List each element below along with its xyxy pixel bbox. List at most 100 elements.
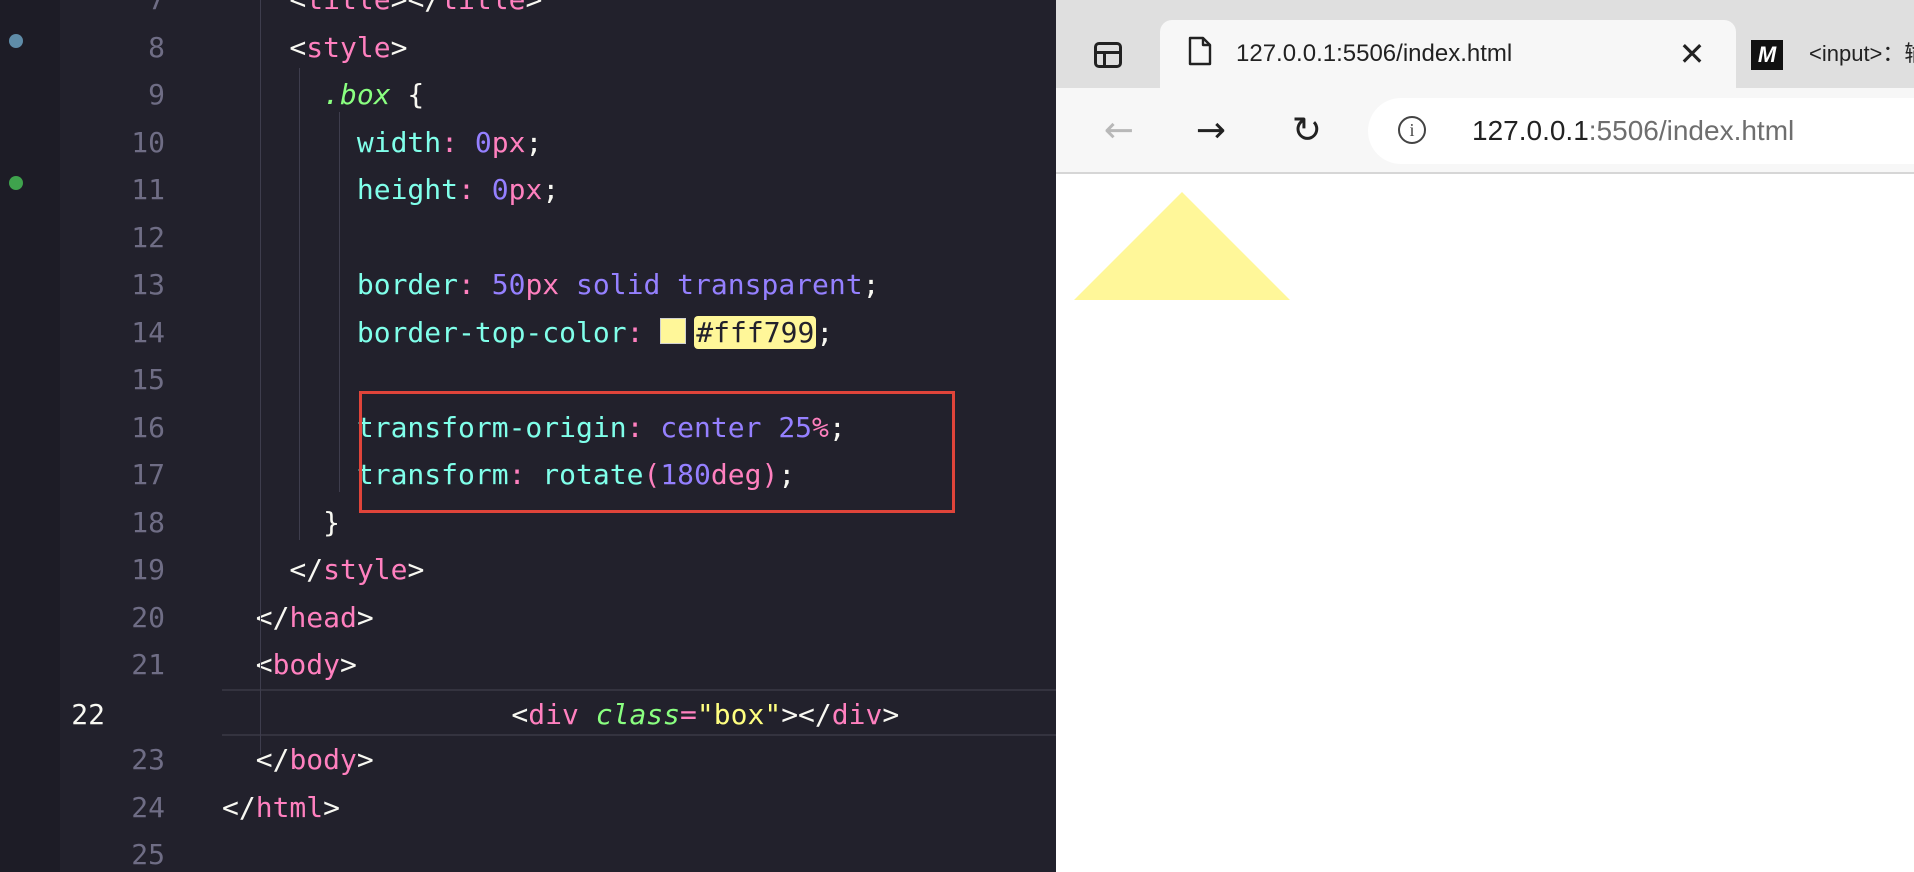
code-text: width: 0px;	[222, 119, 542, 167]
code-text: }	[222, 499, 340, 547]
code-line[interactable]: 19 </style>	[0, 546, 1056, 594]
code-line[interactable]: 10 width: 0px;	[0, 119, 1056, 167]
tab-title: <input>：输入	[1809, 41, 1914, 66]
address-bar[interactable]: i 127.0.0.1:5506/index.html	[1368, 98, 1914, 164]
tab-active[interactable]: 127.0.0.1:5506/index.html ✕	[1160, 20, 1736, 88]
code-text: </style>	[222, 546, 424, 594]
code-token: ;	[862, 268, 880, 301]
code-text: </html>	[222, 784, 340, 832]
line-number: 22	[71, 697, 105, 731]
sidebar-toggle-icon[interactable]	[1094, 42, 1122, 68]
code-line[interactable]: 8 <style>	[0, 24, 1056, 72]
line-number: 8	[148, 30, 165, 64]
code-text: <style>	[222, 24, 407, 72]
code-token: title	[306, 0, 390, 16]
code-token: 0	[491, 173, 509, 206]
code-token: border-top-color	[222, 315, 627, 349]
line-number: 7	[60, 0, 165, 24]
code-token: height	[222, 173, 459, 206]
code-token: <	[444, 697, 529, 731]
code-text: </body>	[222, 736, 374, 784]
code-token: ;	[542, 173, 560, 206]
code-token: #fff799	[694, 315, 817, 349]
line-number: 9	[148, 78, 165, 111]
code-line[interactable]: 13 border: 50px solid transparent;	[0, 261, 1056, 309]
code-token: <	[222, 30, 307, 64]
line-number: 23	[131, 743, 165, 776]
code-line[interactable]: 23 </body>	[0, 736, 1056, 784]
code-token: >	[356, 743, 374, 776]
close-icon[interactable]: ✕	[1672, 34, 1712, 74]
tab-input-docs[interactable]: M <input>：输入	[1736, 20, 1914, 88]
code-token: ></	[391, 0, 442, 16]
forward-arrow-icon[interactable]: →	[1186, 106, 1236, 156]
url-text[interactable]: 127.0.0.1:5506/index.html	[1472, 98, 1794, 164]
code-line[interactable]: 7 <title></title>	[0, 0, 1056, 24]
code-token: div	[528, 697, 579, 731]
code-token: </	[222, 600, 290, 634]
indent-guide	[299, 68, 300, 540]
url-path: :5506/index.html	[1588, 115, 1795, 146]
code-line[interactable]: 22 <div class="box"></div>	[71, 688, 1056, 736]
line-number: 11	[131, 173, 165, 206]
code-token: body	[289, 743, 357, 776]
code-token: .box	[222, 78, 391, 111]
code-token: "box"	[696, 697, 782, 731]
code-line[interactable]: 24 </html>	[0, 784, 1056, 832]
line-number: 17	[131, 458, 165, 491]
code-token: </	[222, 790, 256, 824]
code-token: ;	[525, 125, 543, 159]
code-token: >	[407, 553, 425, 586]
indent-guide	[260, 0, 261, 755]
code-line[interactable]: 21 <body>	[0, 641, 1056, 689]
code-token: solid transparent	[559, 268, 863, 301]
color-swatch-icon[interactable]	[660, 317, 687, 344]
code-token: >	[323, 790, 341, 824]
code-token: width	[222, 125, 442, 159]
code-token: style	[323, 553, 408, 586]
line-number: 12	[131, 220, 165, 254]
tab-strip: 127.0.0.1:5506/index.html ✕ M <input>：输入	[1056, 0, 1914, 88]
mdn-logo-icon: M	[1751, 40, 1783, 70]
code-token: div	[831, 697, 883, 731]
page-viewport	[1056, 174, 1914, 872]
code-editor[interactable]: 7 <title></title>8 <style>9 .box {10 wid…	[0, 0, 1056, 872]
line-number: 13	[131, 268, 165, 301]
code-token: px	[508, 173, 543, 206]
code-token: body	[272, 648, 341, 681]
code-token: px	[525, 268, 560, 301]
code-token: :	[441, 125, 475, 159]
code-token: ;	[816, 315, 834, 349]
page-icon	[1188, 36, 1212, 66]
info-icon[interactable]: i	[1398, 116, 1426, 144]
code-token: head	[289, 600, 357, 634]
line-number: 16	[131, 410, 165, 444]
code-token: >	[390, 30, 408, 64]
line-number: 20	[131, 600, 165, 634]
line-number: 24	[131, 790, 165, 824]
code-token: >	[882, 697, 900, 731]
code-line[interactable]: 25	[0, 831, 1056, 872]
code-text: .box {	[222, 71, 424, 119]
code-token: >	[356, 600, 374, 634]
code-token: >	[340, 648, 357, 681]
code-line[interactable]: 9 .box {	[0, 71, 1056, 119]
reload-icon[interactable]: ↻	[1282, 106, 1332, 156]
code-token: }	[222, 505, 341, 539]
line-number: 15	[131, 363, 165, 396]
code-text: border-top-color: #fff799;	[222, 309, 833, 357]
code-line[interactable]: 14 border-top-color: #fff799;	[0, 309, 1056, 357]
yellow-triangle	[1074, 192, 1290, 300]
tab-title: 127.0.0.1:5506/index.html	[1236, 40, 1513, 67]
browser-window[interactable]: 127.0.0.1:5506/index.html ✕ M <input>：输入…	[1056, 0, 1914, 872]
code-line[interactable]: 11 height: 0px;	[0, 166, 1056, 214]
code-line[interactable]: 20 </head>	[0, 594, 1056, 642]
back-arrow-icon[interactable]: ←	[1094, 106, 1144, 156]
code-text: <body>	[222, 641, 357, 689]
code-token: <	[222, 648, 273, 681]
code-text: height: 0px;	[222, 166, 559, 214]
code-text: border: 50px solid transparent;	[222, 261, 880, 309]
code-token: >	[525, 0, 542, 16]
code-token: px	[491, 125, 526, 159]
code-line[interactable]: 12	[0, 214, 1056, 262]
